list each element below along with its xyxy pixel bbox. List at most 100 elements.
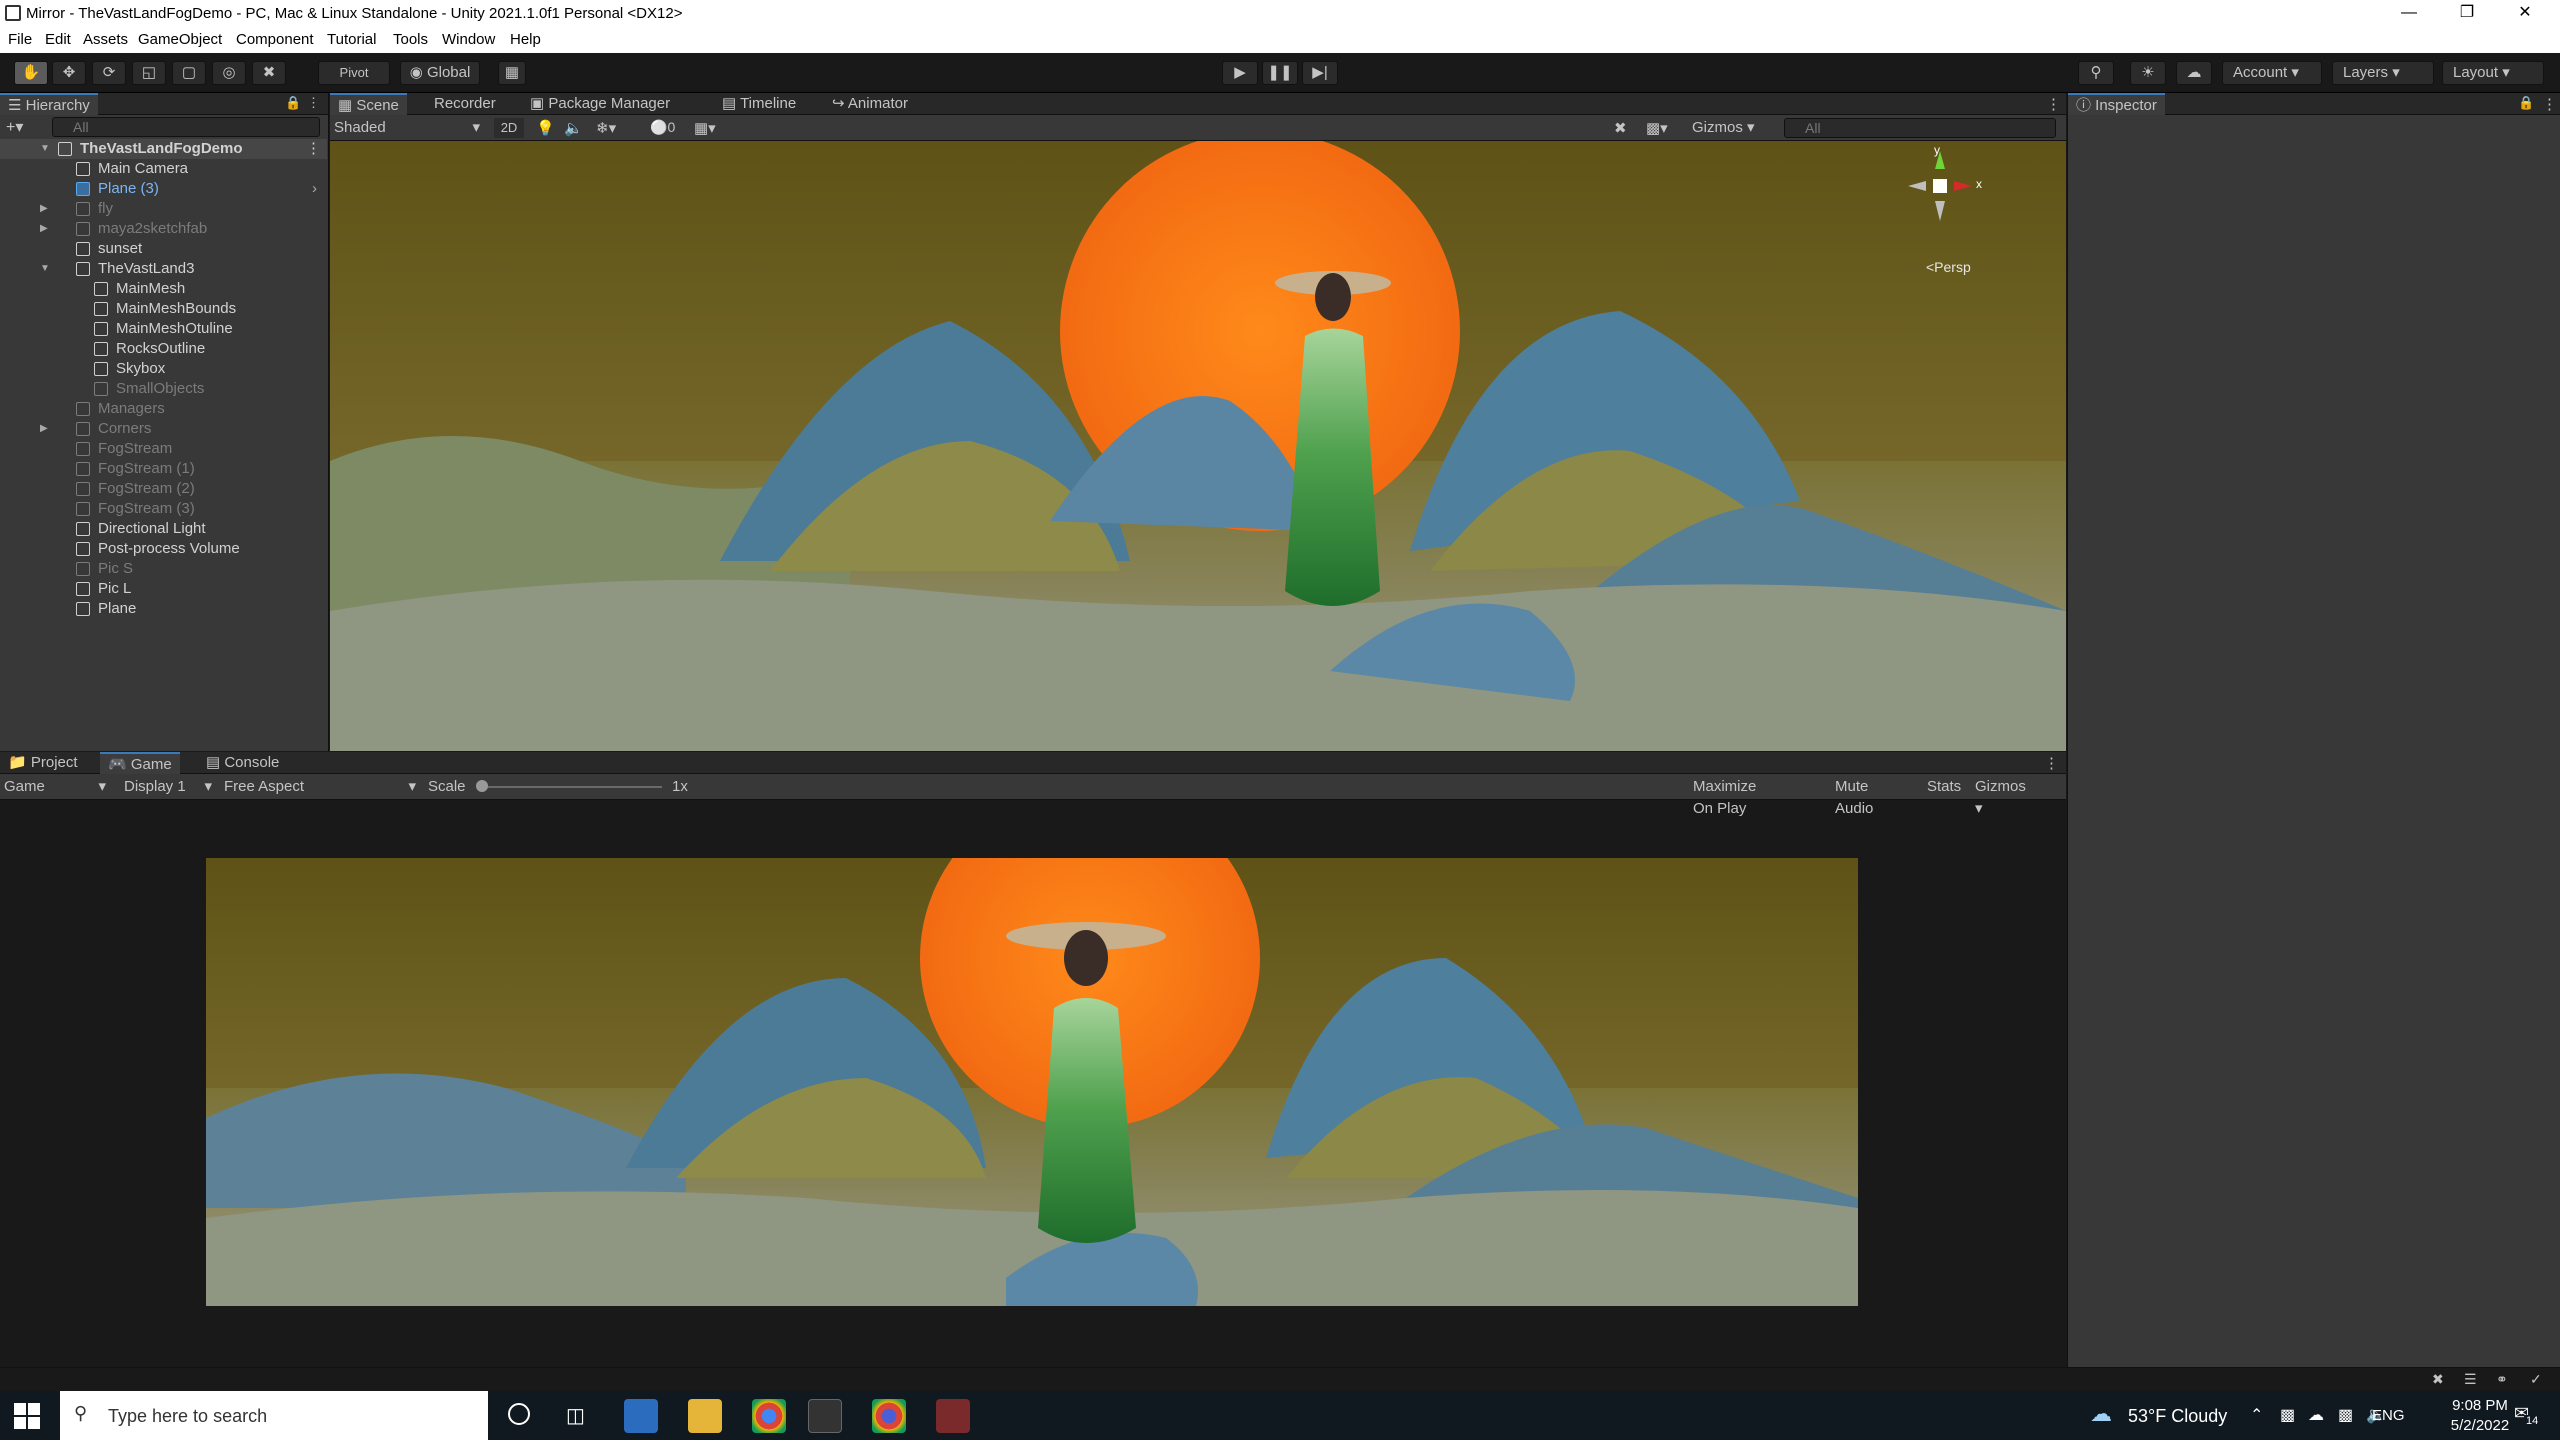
expand-arrow-icon[interactable]: ▼ (40, 259, 52, 279)
audio-icon[interactable]: 🔈 (564, 119, 583, 137)
menu-tools[interactable]: Tools (393, 31, 428, 48)
rotate-tool-icon[interactable]: ⟳ (92, 61, 126, 85)
layout-dropdown[interactable]: Layout ▾ (2442, 61, 2544, 85)
scale-tool-icon[interactable]: ◱ (132, 61, 166, 85)
grid-snap-icon[interactable]: ▦ (498, 61, 526, 85)
hierarchy-item[interactable]: Directional Light (0, 519, 327, 539)
hierarchy-item[interactable]: ▶ Corners (0, 419, 327, 439)
menu-help[interactable]: Help (510, 31, 541, 48)
hierarchy-item[interactable]: Pic S (0, 559, 327, 579)
menu-gameobject[interactable]: GameObject (138, 31, 222, 48)
tab-animator[interactable]: ↪ Animator (824, 93, 916, 115)
panel-menu-icon[interactable]: ⋮ (307, 95, 320, 111)
expand-arrow-icon[interactable]: ▶ (40, 419, 52, 439)
step-button[interactable]: ▶| (1302, 61, 1338, 85)
hierarchy-item[interactable]: ▶ maya2sketchfab (0, 219, 327, 239)
menu-file[interactable]: File (8, 31, 32, 48)
hierarchy-item[interactable]: RocksOutline (0, 339, 327, 359)
pause-button[interactable]: ❚❚ (1262, 61, 1298, 85)
orientation-gizmo[interactable]: y x <Persp (1900, 143, 1982, 275)
tab-recorder[interactable]: Recorder (426, 93, 504, 115)
scene-viewport[interactable]: y x <Persp (330, 141, 2066, 751)
move-tool-icon[interactable]: ✥ (52, 61, 86, 85)
stack-icon[interactable]: ☰ (2464, 1371, 2477, 1388)
game-menu-icon[interactable]: ⋮ (2044, 754, 2059, 772)
cortana-icon[interactable] (508, 1403, 530, 1425)
tab-hierarchy[interactable]: ☰ Hierarchy (0, 93, 98, 115)
restore-icon[interactable]: ❐ (2438, 0, 2496, 26)
menu-component[interactable]: Component (236, 31, 314, 48)
inspector-lock-icon[interactable]: 🔒 (2518, 95, 2534, 111)
expand-arrow-icon[interactable]: ▼ (40, 139, 52, 159)
custom-tool-icon[interactable]: ✖ (252, 61, 286, 85)
menu-tutorial[interactable]: Tutorial (327, 31, 376, 48)
bug-icon[interactable]: ✖ (2432, 1371, 2444, 1388)
menu-edit[interactable]: Edit (45, 31, 71, 48)
hierarchy-item[interactable]: MainMeshBounds (0, 299, 327, 319)
hierarchy-item[interactable]: Main Camera (0, 159, 327, 179)
hierarchy-item[interactable]: Pic L (0, 579, 327, 599)
services-icon[interactable]: ☀ (2130, 61, 2166, 85)
menu-assets[interactable]: Assets (83, 31, 128, 48)
tab-timeline[interactable]: ▤ Timeline (714, 93, 804, 115)
camera-icon[interactable]: ▩▾ (1646, 119, 1668, 137)
tray-network-icon[interactable]: ▩ (2338, 1405, 2353, 1425)
search-icon[interactable]: ⚲ (2078, 61, 2114, 85)
global-toggle[interactable]: ◉ Global (400, 61, 480, 85)
tab-package-manager[interactable]: ▣ Package Manager (522, 93, 678, 115)
hierarchy-item[interactable]: ▼ TheVastLand3 (0, 259, 327, 279)
tray-chevron-icon[interactable]: ⌃ (2250, 1405, 2263, 1425)
hierarchy-item[interactable]: SmallObjects (0, 379, 327, 399)
account-dropdown[interactable]: Account ▾ (2222, 61, 2322, 85)
scale-slider-thumb[interactable] (476, 780, 488, 792)
tab-console[interactable]: ▤ Console (198, 752, 287, 774)
scene-menu-icon[interactable]: ⋮ (2046, 95, 2061, 113)
expand-arrow-icon[interactable]: ▶ (40, 199, 52, 219)
unity-taskbar-icon[interactable] (808, 1399, 842, 1433)
hierarchy-root-row[interactable]: ▼ TheVastLandFogDemo ⋮ (0, 139, 327, 159)
mute-audio-toggle[interactable]: Mute Audio (1828, 776, 1880, 817)
lighting-icon[interactable]: 💡 (536, 119, 555, 137)
grid-icon[interactable]: ▦▾ (694, 119, 716, 137)
inspector-menu-icon[interactable]: ⋮ (2542, 95, 2557, 113)
effects-icon[interactable]: ❄▾ (596, 119, 616, 137)
menu-window[interactable]: Window (442, 31, 495, 48)
hierarchy-item[interactable]: MainMeshOtuline (0, 319, 327, 339)
tab-game[interactable]: 🎮 Game (100, 752, 180, 774)
shading-mode-dropdown[interactable]: Shaded ▾ (334, 118, 484, 138)
expand-arrow-icon[interactable]: ▶ (40, 219, 52, 239)
aspect-dropdown[interactable]: Free Aspect ▾ (224, 777, 418, 797)
hidden-objects-toggle[interactable]: ⚪0 (650, 119, 675, 136)
chrome-canary-icon[interactable] (872, 1399, 906, 1433)
tab-project[interactable]: 📁 Project (0, 752, 86, 774)
hierarchy-item[interactable]: FogStream (2) (0, 479, 327, 499)
tab-inspector[interactable]: ⓘ Inspector (2068, 93, 2165, 115)
stats-toggle[interactable]: Stats (1920, 776, 1968, 798)
scale-slider-track[interactable] (480, 786, 662, 788)
game-viewport[interactable] (206, 858, 1858, 1306)
play-button[interactable]: ▶ (1222, 61, 1258, 85)
maximize-on-play-toggle[interactable]: Maximize On Play (1686, 776, 1763, 817)
add-object-button[interactable]: +▾ (6, 117, 23, 137)
taskbar-search-input[interactable]: ⚲ Type here to search (60, 1391, 488, 1440)
task-view-icon[interactable]: ◫ (566, 1403, 585, 1428)
file-explorer-icon[interactable] (688, 1399, 722, 1433)
recorder-app-icon[interactable] (936, 1399, 970, 1433)
clock-date[interactable]: 5/2/2022 (2440, 1417, 2520, 1434)
pivot-toggle[interactable]: Pivot (318, 61, 390, 85)
rect-tool-icon[interactable]: ▢ (172, 61, 206, 85)
cloud-icon[interactable]: ☁ (2176, 61, 2212, 85)
2d-toggle[interactable]: 2D (494, 118, 524, 138)
network-icon[interactable]: ⚭ (2496, 1371, 2508, 1388)
clock-time[interactable]: 9:08 PM (2440, 1397, 2520, 1414)
hierarchy-item[interactable]: ▶ fly (0, 199, 327, 219)
notification-icon[interactable]: ✉ 14 (2510, 1401, 2541, 1431)
minimize-icon[interactable]: — (2380, 0, 2438, 26)
hierarchy-item[interactable]: sunset (0, 239, 327, 259)
game-gizmos-dropdown[interactable]: Gizmos ▾ (1968, 776, 2033, 817)
hierarchy-item[interactable]: Skybox (0, 359, 327, 379)
hierarchy-search-input[interactable]: All (52, 117, 320, 137)
game-mode-dropdown[interactable]: Game ▾ (4, 777, 108, 797)
lock-icon[interactable]: 🔒 (285, 95, 301, 111)
hierarchy-item[interactable]: FogStream (1) (0, 459, 327, 479)
